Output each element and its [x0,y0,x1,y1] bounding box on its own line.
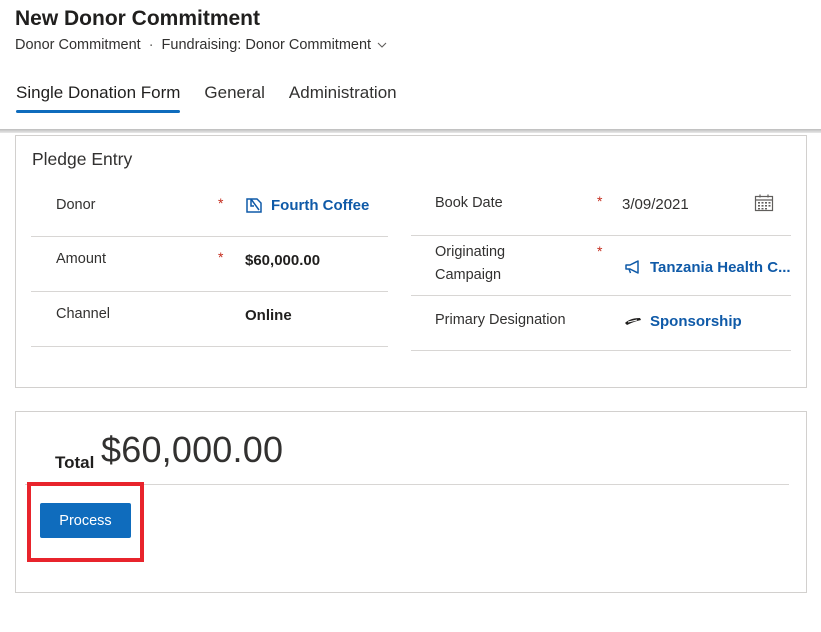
channel-select[interactable]: Online [245,307,292,324]
total-amount: $60,000.00 [101,429,284,470]
amount-input[interactable]: $60,000.00 [245,252,320,269]
account-icon [246,198,262,213]
total-label: Total [55,453,95,472]
form-selector[interactable]: Fundraising: Donor Commitment [162,37,372,53]
donor-lookup[interactable]: Fourth Coffee [245,196,369,214]
campaign-label: Originating Campaign [435,241,505,287]
campaign-label-line1: Originating [435,244,506,260]
form-header: New Donor Commitment Donor Commitment · … [0,0,821,132]
header-divider [0,129,821,133]
designation-icon [625,318,641,325]
required-indicator: * [218,195,224,211]
required-indicator: * [597,193,603,209]
megaphone-icon [625,260,639,274]
calendar-icon[interactable] [754,194,774,212]
breadcrumb-separator: · [148,37,154,53]
process-button[interactable]: Process [40,503,131,538]
designation-lookup[interactable]: Sponsorship [624,312,742,330]
required-indicator: * [218,249,224,265]
book-date-field: Book Date * 3/09/2021 [411,181,791,236]
campaign-value[interactable]: Tanzania Health C... [650,259,791,276]
breadcrumb: Donor Commitment · Fundraising: Donor Co… [15,37,387,53]
section-title: Pledge Entry [32,149,133,169]
campaign-field: Originating Campaign * Tanzania Health C… [411,236,791,296]
channel-field: Channel Online [31,292,388,347]
page-title: New Donor Commitment [15,7,261,30]
tab-general[interactable]: General [204,83,264,110]
chevron-down-icon[interactable] [377,40,387,50]
entity-name: Donor Commitment [15,37,141,53]
amount-label: Amount [56,251,106,267]
channel-label: Channel [56,306,111,322]
book-date-label: Book Date [435,195,503,211]
tab-administration[interactable]: Administration [289,83,397,110]
required-indicator: * [597,243,603,259]
donor-value[interactable]: Fourth Coffee [271,197,369,214]
tab-single-donation-form[interactable]: Single Donation Form [16,83,181,113]
amount-field: Amount * $60,000.00 [31,237,388,292]
designation-label: Primary Designation [435,312,566,328]
campaign-lookup[interactable]: Tanzania Health C... [624,258,791,276]
donor-field: Donor * Fourth Coffee [31,181,388,237]
designation-field: Primary Designation Sponsorship [411,296,791,351]
book-date-input[interactable]: 3/09/2021 [622,196,689,213]
pledge-entry-section: Pledge Entry Donor * Fourth Coffee Amoun… [15,135,807,388]
campaign-label-line2: Campaign [435,267,502,283]
designation-value[interactable]: Sponsorship [650,313,742,330]
tab-list: Single Donation Form General Administrat… [16,83,421,113]
donor-label: Donor [56,197,96,213]
